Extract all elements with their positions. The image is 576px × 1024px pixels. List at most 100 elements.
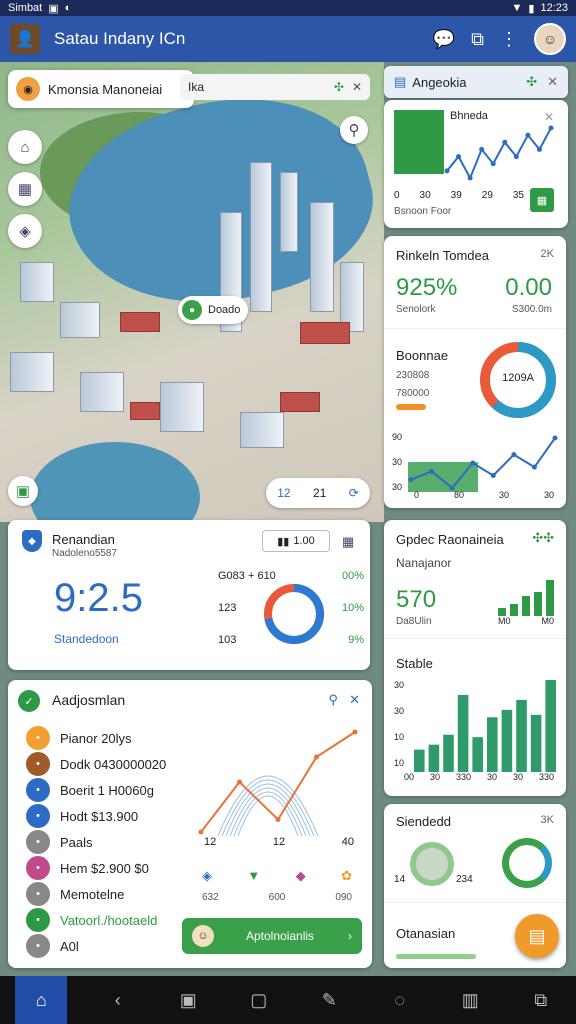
building-icon[interactable]: ▦ — [8, 172, 42, 206]
tag-icon[interactable]: ◆ — [296, 868, 306, 884]
bag-icon[interactable]: ▢ — [239, 990, 279, 1011]
map-control-left[interactable]: 12 — [277, 486, 290, 500]
shield-icon: ◆ — [22, 530, 42, 552]
app-logo-icon[interactable]: 👤 — [10, 24, 40, 54]
chat-icon[interactable]: 💬 — [433, 29, 455, 50]
adjustment-item-text: Boerit 1 H0060g — [60, 782, 154, 798]
expand-icon[interactable]: ✣ — [526, 74, 537, 90]
bars-axis-bottom: 00 30 330 30 30 330 — [404, 772, 554, 782]
tools-icon[interactable]: ✎ — [309, 990, 349, 1011]
close-icon[interactable]: ✕ — [352, 80, 362, 94]
map-search-bar[interactable]: Ika ✣ ✕ — [180, 74, 370, 100]
close-icon[interactable]: ✕ — [547, 74, 558, 90]
filter-icon[interactable]: ▼ — [247, 868, 260, 884]
zoom-icon[interactable]: ⚲ — [340, 116, 368, 144]
adjustment-item[interactable]: • Vatoorl./hootaeld — [26, 908, 157, 932]
top-sparkline — [444, 125, 554, 181]
adjustment-item[interactable]: • Hodt $13.900 — [26, 804, 138, 828]
expand-icon[interactable]: ✣ — [334, 80, 344, 94]
action-icon[interactable]: ▦ — [530, 188, 554, 212]
search-icon[interactable]: ⚲ — [328, 692, 338, 708]
adjustment-item-text: Hodt $13.900 — [60, 808, 139, 824]
adjustment-item[interactable]: • Hem $2.900 $0 — [26, 856, 149, 880]
bar — [530, 714, 542, 772]
chat-icon[interactable]: ◌ — [380, 990, 420, 1011]
windows-icon[interactable]: ⧉ — [521, 990, 561, 1011]
adjustment-card: ✓ Aadjosmlan ⚲ ✕ • Pianor 20lys • Dodk 0430… — [8, 680, 372, 968]
bars-axis-left-label: 10 — [394, 732, 405, 742]
finance-series-point — [470, 460, 476, 466]
map-building — [60, 302, 100, 338]
metric-chip-value: 1.00 — [293, 535, 315, 547]
adjustment-series-point — [237, 779, 242, 785]
mini-bar — [498, 608, 506, 616]
briefcase-icon[interactable]: ⧉ — [471, 29, 484, 50]
finance-axis-bottom-label: 0 — [414, 490, 420, 500]
adjustment-item[interactable]: • Paals — [26, 830, 93, 854]
pin-icon: ● — [182, 300, 202, 320]
location-chip[interactable]: ◉ Kmonsia Manoneiai — [8, 70, 194, 108]
adjustment-item[interactable]: • Boerit 1 H0060g — [26, 778, 154, 802]
floating-action-button[interactable]: ▤ — [515, 914, 559, 958]
home-icon[interactable]: ⌂ — [15, 976, 68, 1024]
pin-icon[interactable]: ◈ — [202, 868, 212, 884]
adjustment-item-text: Memotelne — [60, 886, 125, 902]
grid-icon[interactable]: ▦ — [342, 534, 354, 550]
chart-green-block — [394, 110, 444, 174]
note-icon: ▤ — [528, 925, 546, 946]
adjustment-title: Aadjosmlan — [52, 692, 126, 708]
map-building — [280, 172, 298, 252]
document-icon[interactable]: ▥ — [450, 990, 490, 1011]
adjustment-item-text: Pianor 20lys — [60, 730, 132, 746]
profile-avatar[interactable]: ☺ — [534, 23, 566, 55]
metric-donut — [264, 584, 324, 644]
map-controls[interactable]: 12 21 ⟳ — [266, 478, 370, 508]
check-icon: ✓ — [18, 690, 40, 712]
metric-row: G083 + 610 00% — [218, 570, 364, 582]
bars-axis-bottom-label: 330 — [538, 772, 554, 782]
adjustment-item-icon: • — [26, 934, 50, 958]
bars-title: Gpdec Raonaineia — [396, 532, 504, 547]
finance-badge: 2K — [540, 248, 554, 260]
app-bar: 👤 Satau Indany ICn 💬 ⧉ ⋮ ☺ — [0, 16, 576, 62]
chart-label: Bhneda — [450, 110, 488, 122]
finance-right-label: S300.0m — [511, 304, 552, 315]
camera-icon[interactable]: ▣ — [8, 476, 38, 506]
back-icon[interactable]: ‹ — [98, 990, 138, 1011]
finance-series-point — [511, 452, 517, 458]
adjustment-item-text: Vatoorl./hootaeld — [60, 912, 158, 928]
bars-section: Stable — [396, 656, 433, 671]
finance-left-label: Senolork — [396, 304, 436, 315]
top-chart-card[interactable]: Bhneda ✕ 0 30 39 29 35 Bsnoon Foor ▦ — [384, 100, 568, 228]
adjustment-item[interactable]: • Dodk 0430000020 — [26, 752, 166, 776]
gallery-icon[interactable]: ▣ — [168, 990, 208, 1011]
map-control-right[interactable]: 21 — [313, 486, 326, 500]
map-building — [10, 352, 54, 392]
layers-icon[interactable]: ⌂ — [8, 130, 42, 164]
bar — [501, 709, 513, 772]
adjustment-item[interactable]: • A0l — [26, 934, 79, 958]
more-icon[interactable]: ⋮ — [500, 29, 518, 50]
adjustment-item[interactable]: • Pianor 20lys — [26, 726, 132, 750]
map-roof — [120, 312, 160, 332]
finance-axis-bottom-label: 30 — [498, 490, 509, 500]
mini-bar-labels: M0 M0 — [498, 616, 554, 626]
action-button[interactable]: ☺ Aptolnoianlis › — [182, 918, 362, 954]
adjustment-item-text: Dodk 0430000020 — [60, 756, 167, 772]
metric-chip[interactable]: ▮▮ 1.00 — [262, 530, 330, 552]
city-map[interactable]: ◉ Kmonsia Manoneiai Ika ✣ ✕ ⌂ ▦ ◈ ⚲ ● Do… — [0, 62, 384, 522]
bars-caption: Da8Ulin — [396, 616, 432, 627]
close-icon[interactable]: ✕ — [349, 692, 360, 708]
sparkline-series-point — [444, 168, 450, 174]
tag-icon[interactable]: ◈ — [8, 214, 42, 248]
settings-icon[interactable]: ✿ — [341, 868, 352, 884]
adjustment-item[interactable]: • Memotelne — [26, 882, 124, 906]
expand-icon[interactable]: ✣✣ — [532, 530, 554, 546]
map-pin[interactable]: ● Doado — [178, 296, 249, 324]
sparkline-series-point — [490, 161, 496, 167]
standard-left-label: 14 — [394, 874, 406, 885]
refresh-icon[interactable]: ⟳ — [349, 486, 359, 500]
chart-icon: ▤ — [394, 74, 407, 89]
bar — [414, 749, 425, 772]
finance-axis-bottom-label: 80 — [453, 490, 464, 500]
